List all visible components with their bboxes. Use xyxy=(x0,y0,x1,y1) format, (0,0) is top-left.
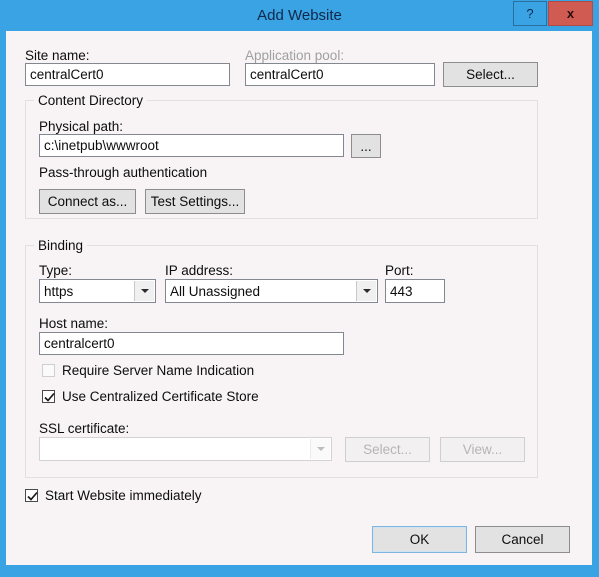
help-button[interactable]: ? xyxy=(513,1,547,26)
require-sni-label: Require Server Name Indication xyxy=(62,363,255,378)
type-combobox[interactable]: https xyxy=(39,279,156,303)
cancel-button[interactable]: Cancel xyxy=(475,526,570,553)
ssl-certificate-label: SSL certificate: xyxy=(39,421,130,436)
chevron-down-icon[interactable] xyxy=(134,281,154,301)
dialog-client-area: Site name: Application pool: Select... C… xyxy=(6,31,592,565)
passthrough-authentication-label: Pass-through authentication xyxy=(39,165,208,180)
ssl-certificate-combobox[interactable] xyxy=(39,437,332,461)
physical-path-label: Physical path: xyxy=(39,119,124,134)
type-combobox-value: https xyxy=(44,283,74,299)
checkbox-checked-icon xyxy=(42,390,55,403)
checkbox-unchecked-icon xyxy=(42,364,55,377)
type-label: Type: xyxy=(39,263,73,278)
use-centralized-certificate-store-checkbox[interactable]: Use Centralized Certificate Store xyxy=(42,389,259,404)
content-directory-group-title: Content Directory xyxy=(34,93,148,108)
test-settings-button[interactable]: Test Settings... xyxy=(145,189,245,214)
ssl-view-button[interactable]: View... xyxy=(440,437,525,462)
select-app-pool-button[interactable]: Select... xyxy=(443,62,538,87)
browse-folder-button[interactable]: ... xyxy=(351,134,381,158)
start-website-immediately-checkbox[interactable]: Start Website immediately xyxy=(25,488,202,503)
add-website-dialog: Add Website ? x Site name: Application p… xyxy=(0,0,599,577)
ssl-select-button[interactable]: Select... xyxy=(345,437,430,462)
ip-address-combobox[interactable]: All Unassigned xyxy=(165,279,378,303)
site-name-input[interactable] xyxy=(25,63,230,86)
ok-button[interactable]: OK xyxy=(372,526,467,553)
require-sni-checkbox[interactable]: Require Server Name Indication xyxy=(42,363,254,378)
chevron-down-icon[interactable] xyxy=(310,439,330,459)
page-title: Add Website xyxy=(257,7,342,24)
site-name-label: Site name: xyxy=(25,48,90,63)
application-pool-label: Application pool: xyxy=(245,48,345,63)
port-label: Port: xyxy=(385,263,414,278)
connect-as-button[interactable]: Connect as... xyxy=(39,189,136,214)
use-centralized-certificate-store-label: Use Centralized Certificate Store xyxy=(62,389,259,404)
application-pool-input[interactable] xyxy=(245,63,435,86)
binding-group-title: Binding xyxy=(34,238,88,253)
title-bar: Add Website ? x xyxy=(0,0,599,31)
ip-address-combobox-value: All Unassigned xyxy=(170,283,261,299)
port-input[interactable] xyxy=(385,279,445,303)
ip-address-label: IP address: xyxy=(165,263,234,278)
start-website-immediately-label: Start Website immediately xyxy=(45,488,202,503)
host-name-input[interactable] xyxy=(39,332,344,355)
physical-path-input[interactable] xyxy=(39,134,344,157)
close-button[interactable]: x xyxy=(548,1,593,26)
checkbox-checked-icon xyxy=(25,489,38,502)
host-name-label: Host name: xyxy=(39,316,109,331)
chevron-down-icon[interactable] xyxy=(356,281,376,301)
